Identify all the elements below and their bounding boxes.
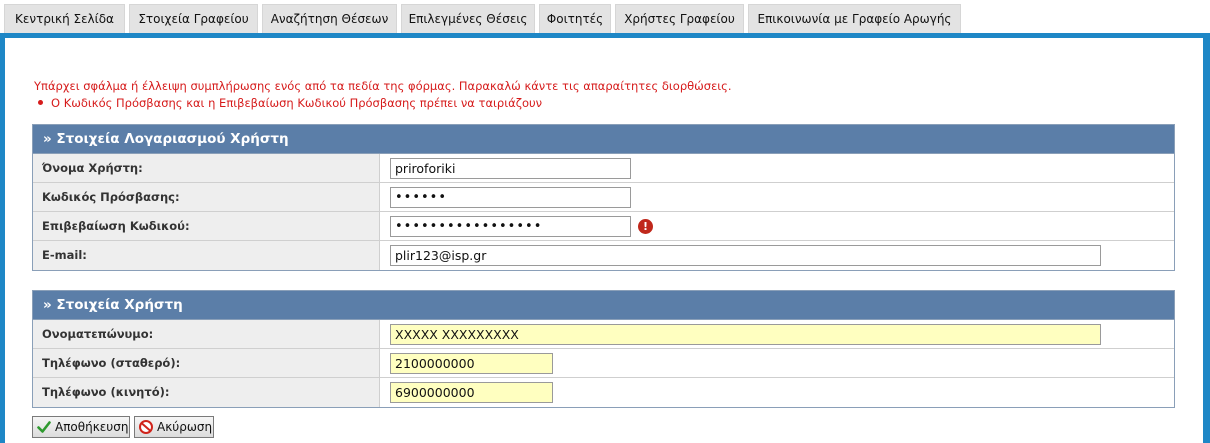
account-section-title: » Στοιχεία Λογαριασμού Χρήστη <box>33 125 1174 154</box>
phone-input[interactable]: 2100000000 <box>390 353 553 374</box>
password-label: Κωδικός Πρόσβασης: <box>33 183 380 211</box>
fullname-label: Ονοματεπώνυμο: <box>33 320 380 348</box>
exclamation-circle-icon: ! <box>638 219 653 234</box>
user-section-title: » Στοιχεία Χρήστη <box>33 291 1174 320</box>
account-section: » Στοιχεία Λογαριασμού Χρήστη Όνομα Χρήσ… <box>32 124 1175 271</box>
password-input[interactable]: •••••• <box>390 187 631 208</box>
phone-label: Τηλέφωνο (σταθερό): <box>33 349 380 377</box>
email-input[interactable]: plir123@isp.gr <box>390 245 1101 266</box>
tab-home[interactable]: Κεντρική Σελίδα <box>4 4 125 34</box>
tab-contact-helpdesk[interactable]: Επικοινωνία με Γραφείο Αρωγής <box>748 4 961 34</box>
fullname-row: Ονοματεπώνυμο: XXXXX XXXXXXXXX <box>33 320 1174 349</box>
confirm-password-label: Επιβεβαίωση Κωδικού: <box>33 212 380 240</box>
username-label: Όνομα Χρήστη: <box>33 154 380 182</box>
save-button-label: Αποθήκευση <box>55 420 129 434</box>
tab-position-search[interactable]: Αναζήτηση Θέσεων <box>262 4 397 34</box>
mobile-input[interactable]: 6900000000 <box>390 382 553 403</box>
tab-bar-underline <box>0 33 1210 38</box>
username-input[interactable]: priroforiki <box>390 158 631 179</box>
mobile-row: Τηλέφωνο (κινητό): 6900000000 <box>33 378 1174 407</box>
tab-students[interactable]: Φοιτητές <box>539 4 611 34</box>
tab-office-details[interactable]: Στοιχεία Γραφείου <box>129 4 258 34</box>
bullet-icon <box>38 100 43 105</box>
tab-office-users[interactable]: Χρήστες Γραφείου <box>615 4 744 34</box>
frame-left-border <box>0 33 5 443</box>
save-button[interactable]: Αποθήκευση <box>32 416 130 438</box>
fullname-input[interactable]: XXXXX XXXXXXXXX <box>390 324 1101 345</box>
phone-row: Τηλέφωνο (σταθερό): 2100000000 <box>33 349 1174 378</box>
email-label: E-mail: <box>33 241 380 270</box>
user-section: » Στοιχεία Χρήστη Ονοματεπώνυμο: XXXXX X… <box>32 290 1175 408</box>
cancel-button[interactable]: Ακύρωση <box>134 416 214 438</box>
mobile-label: Τηλέφωνο (κινητό): <box>33 378 380 407</box>
username-row: Όνομα Χρήστη: priroforiki <box>33 154 1174 183</box>
password-row: Κωδικός Πρόσβασης: •••••• <box>33 183 1174 212</box>
confirm-password-input[interactable]: ••••••••••••••••• <box>390 216 631 237</box>
confirm-password-row: Επιβεβαίωση Κωδικού: ••••••••••••••••• ! <box>33 212 1174 241</box>
checkmark-icon <box>37 421 51 433</box>
form-error-item: Ο Κωδικός Πρόσβασης και η Επιβεβαίωση Κω… <box>38 96 542 110</box>
email-row: E-mail: plir123@isp.gr <box>33 241 1174 270</box>
tab-selected-positions[interactable]: Επιλεγμένες Θέσεις <box>401 4 535 34</box>
no-entry-icon <box>139 420 153 434</box>
tab-bar: Κεντρική Σελίδα Στοιχεία Γραφείου Αναζήτ… <box>0 0 1210 38</box>
form-error-message: Υπάρχει σφάλμα ή έλλειψη συμπλήρωσης ενό… <box>34 79 732 93</box>
cancel-button-label: Ακύρωση <box>157 420 213 434</box>
frame-right-border <box>1203 33 1210 443</box>
form-error-item-text: Ο Κωδικός Πρόσβασης και η Επιβεβαίωση Κω… <box>51 96 543 110</box>
